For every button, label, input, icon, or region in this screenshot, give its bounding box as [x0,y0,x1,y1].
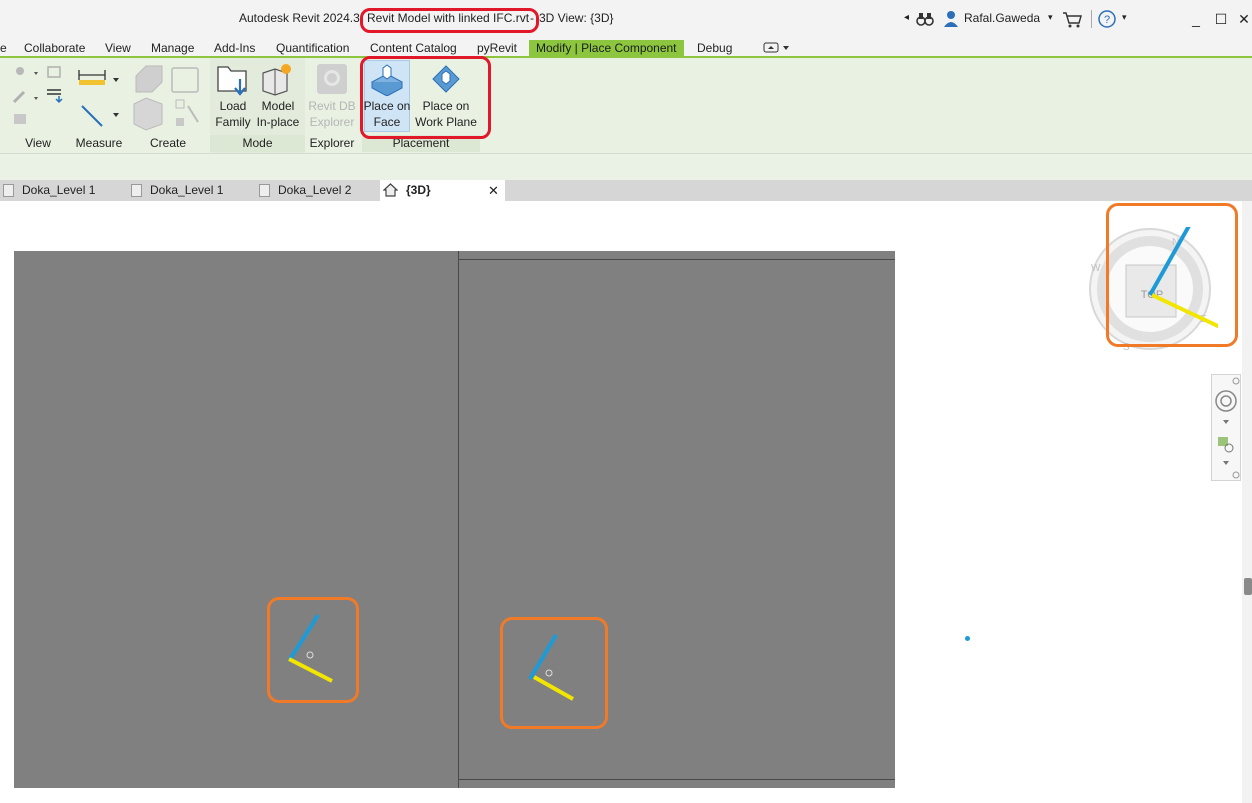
help-icon[interactable]: ? [1098,10,1116,28]
user-name[interactable]: Rafal.Gaweda [964,11,1040,25]
scrollbar-thumb[interactable] [1244,578,1252,595]
ribbon: View Measure Create Load Family Model In… [0,56,1252,153]
view-tab-3d[interactable]: {3D} ✕ [380,180,505,201]
floor-plan-icon [131,184,142,197]
model-in-place-button[interactable]: Model In-place [255,98,301,130]
title-bar: Autodesk Revit 2024.3 Revit Model with l… [0,0,1252,38]
view-tab-bar: Doka_Level 1 Doka_Level 1 Doka_Level 2 {… [0,180,1252,201]
origin-highlight-2 [500,617,608,729]
placement-highlight [360,56,491,139]
load-family-label-line2: Family [215,115,251,129]
tab-quantification[interactable]: Quantification [269,40,356,58]
binoculars-icon[interactable] [916,11,934,27]
create-tools-icon[interactable] [132,62,204,132]
3d-viewport[interactable]: TOP N W E S [0,201,1252,803]
home-3d-icon [383,183,398,197]
tab-modify-place-component[interactable]: Modify | Place Component [529,40,684,58]
revit-db-explorer-button[interactable]: Revit DB Explorer [308,98,356,130]
revit-db-label-line1: Revit DB [308,99,356,113]
navigation-bar [1211,374,1241,481]
user-dropdown-icon[interactable]: ▾ [1048,12,1053,23]
model-in-place-label-line2: In-place [256,115,300,129]
options-bar [0,153,1252,180]
minimize-button[interactable]: _ [1186,9,1206,29]
user-icon[interactable] [943,10,959,28]
vertical-scrollbar[interactable] [1242,201,1252,803]
ribbon-display-toggle-icon[interactable] [763,42,791,54]
view-tab-label: Doka_Level 2 [278,183,352,197]
load-family-icon [217,66,247,96]
panel-label-mode: Mode [210,135,305,152]
app-title: Autodesk Revit 2024.3 [239,11,360,25]
origin-highlight-1 [267,597,359,703]
ifc-model-element[interactable] [14,251,895,788]
model-in-place-icon [262,64,291,96]
model-edge-line [458,259,895,260]
divider [1091,10,1092,28]
viewcube-highlight [1106,203,1238,347]
measure-tools-icon[interactable] [76,66,122,128]
view-tab-label: {3D} [406,183,431,197]
model-edge-line [458,251,459,788]
tab-debug[interactable]: Debug [690,40,739,58]
model-in-place-label-line1: Model [261,99,295,113]
revit-db-label-line2: Explorer [309,115,355,129]
close-tab-icon[interactable]: ✕ [488,180,499,201]
tab-collaborate[interactable]: Collaborate [17,40,92,58]
load-family-button[interactable]: Load Family [213,98,253,130]
view-tab-label: Doka_Level 1 [150,183,224,197]
view-tab-doka-level-1-b[interactable]: Doka_Level 1 [128,180,250,201]
zoom-region-icon[interactable] [1212,431,1240,467]
view-name: 3D View: {3D} [539,11,614,25]
view-tab-doka-level-1[interactable]: Doka_Level 1 [0,180,122,201]
steering-wheel-icon[interactable] [1212,379,1240,419]
panel-label-explorer: Explorer [309,136,355,150]
floor-plan-icon [3,184,14,197]
point-marker [965,636,970,641]
ribbon-tab-bar: e Collaborate View Manage Add-Ins Quanti… [0,38,1252,58]
cart-icon[interactable] [1062,11,1082,28]
caret-left-icon[interactable]: ◂ [904,12,909,23]
close-button[interactable]: ✕ [1234,9,1252,29]
view-tab-label: Doka_Level 1 [22,183,96,197]
panel-label-view: View [25,136,51,150]
model-edge-line [458,779,895,780]
help-dropdown-icon[interactable]: ▾ [1122,12,1127,23]
revit-db-explorer-icon [317,64,347,94]
panel-label-create: Create [149,136,187,150]
viewcube-west: W [1091,263,1101,274]
load-family-label-line1: Load [219,99,247,113]
maximize-button[interactable]: ☐ [1211,9,1231,29]
view-panel-tools-icon[interactable] [12,64,68,130]
svg-text:?: ? [1104,14,1110,26]
tab-view[interactable]: View [98,40,138,58]
file-name-highlight [360,8,539,33]
tab-architecture[interactable]: e [0,40,14,58]
tab-manage[interactable]: Manage [144,40,201,58]
tab-add-ins[interactable]: Add-Ins [207,40,262,58]
floor-plan-icon [259,184,270,197]
panel-label-measure: Measure [75,136,123,150]
view-tab-doka-level-2[interactable]: Doka_Level 2 [256,180,378,201]
